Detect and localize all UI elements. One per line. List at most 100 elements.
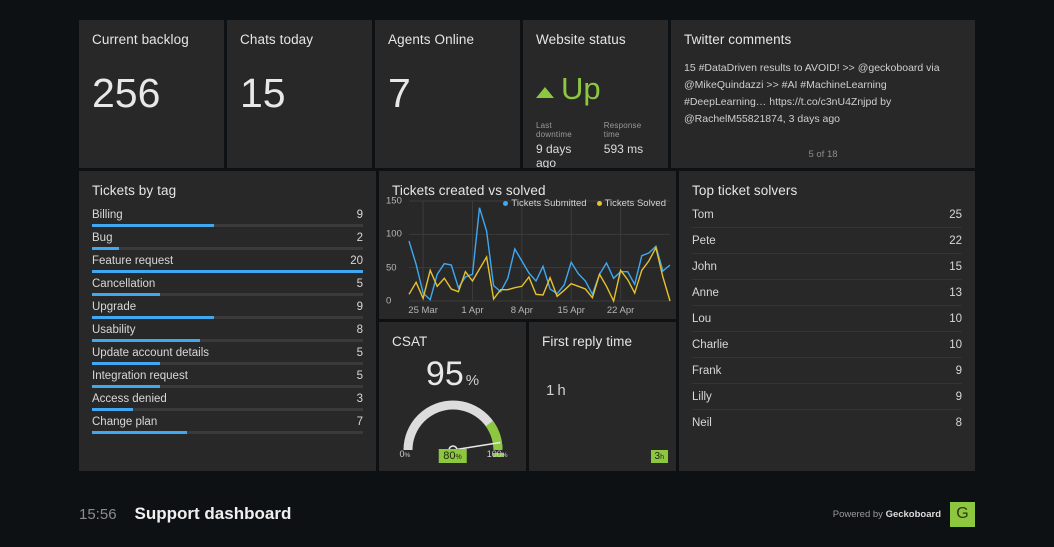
y-axis-tick: 150 — [386, 195, 402, 207]
solver-row: Neil 8 — [692, 410, 962, 436]
tweet-text: 15 #DataDriven results to AVOID! >> @gec… — [684, 62, 940, 125]
tag-value: 5 — [356, 347, 363, 359]
response-time-value: 593 ms — [603, 142, 644, 156]
legend-dot-icon — [503, 201, 509, 206]
status-indicator: Up — [523, 47, 668, 104]
middle-widget-column: Tickets created vs solved Tickets Submit… — [379, 171, 676, 471]
tag-bar-track — [92, 247, 363, 250]
solver-name: Frank — [692, 364, 722, 377]
tag-bar-fill — [92, 431, 187, 434]
tag-row: Upgrade 9 — [92, 296, 363, 319]
response-time-block: Response time 593 ms — [604, 121, 655, 168]
chart-legend: Tickets Submitted Tickets Solved — [503, 198, 666, 209]
solver-value: 10 — [949, 338, 962, 351]
tag-bar-track — [92, 408, 363, 411]
tag-row: Update account details 5 — [92, 342, 363, 365]
solver-value: 13 — [949, 286, 962, 299]
csat-value: 95% — [379, 349, 526, 391]
tag-row: Feature request 20 — [92, 250, 363, 273]
tag-bar-fill — [92, 339, 201, 342]
tag-row: Change plan 7 — [92, 411, 363, 434]
widget-chats-today[interactable]: Chats today 15 — [227, 20, 372, 168]
tag-label: Access denied — [92, 393, 167, 405]
solver-row: Frank 9 — [692, 358, 962, 384]
tag-bar-fill — [92, 224, 214, 227]
tag-value: 8 — [356, 324, 363, 336]
legend-item: Tickets Solved — [596, 198, 666, 209]
frt-unit: h — [557, 382, 566, 399]
tag-bar-track — [92, 270, 363, 273]
tag-value: 9 — [356, 301, 363, 313]
solver-name: Neil — [692, 417, 712, 429]
solver-row: Lilly 9 — [692, 384, 962, 410]
tag-label: Feature request — [92, 255, 174, 267]
tag-value: 2 — [356, 232, 363, 244]
middle-bottom-row: CSAT 95% 0% 100% 80% First reply time 1 … — [379, 322, 676, 471]
tag-label: Update account details — [92, 347, 209, 359]
x-axis-tick: 22 Apr — [606, 305, 635, 316]
frt-number: 1 — [546, 382, 555, 399]
solver-name: Charlie — [692, 338, 729, 351]
kpi-value: 256 — [92, 70, 161, 116]
widget-tickets-by-tag[interactable]: Tickets by tag Billing 9 Bug 2 Feature reque… — [79, 171, 376, 471]
solver-name: Tom — [692, 208, 714, 221]
tag-bar-track — [92, 385, 363, 388]
widget-first-reply-time[interactable]: First reply time 1h 3h — [529, 322, 676, 471]
solver-name: Lilly — [692, 390, 712, 403]
response-time-label: Response time — [603, 121, 642, 139]
solver-value: 8 — [955, 417, 962, 429]
widget-top-ticket-solvers[interactable]: Top ticket solvers Tom 25 Pete 22 John 15 Anne… — [679, 171, 975, 471]
widget-title: Twitter comments — [684, 32, 792, 47]
tag-bar-fill — [92, 316, 214, 319]
solver-name: Anne — [692, 286, 719, 299]
widget-website-status[interactable]: Website status Up Last downtime 9 days a… — [523, 20, 668, 168]
solver-value: 9 — [955, 390, 962, 403]
tag-label: Cancellation — [92, 278, 156, 290]
widget-title: Current backlog — [92, 32, 189, 47]
legend-item: Tickets Submitted — [503, 198, 587, 209]
widget-title: Chats today — [240, 32, 314, 47]
solver-row: Anne 13 — [692, 280, 962, 306]
solver-value: 25 — [949, 208, 962, 221]
csat-number: 95 — [425, 355, 464, 393]
last-downtime-value: 9 days ago — [536, 142, 572, 168]
tag-value: 7 — [356, 416, 363, 428]
widget-title: Top ticket solvers — [692, 183, 798, 198]
widget-title: Website status — [536, 32, 626, 47]
widget-agents-online[interactable]: Agents Online 7 — [375, 20, 520, 168]
tag-bar-fill — [92, 408, 133, 411]
widget-title: Tickets created vs solved — [392, 183, 546, 198]
tag-bar-track — [92, 224, 363, 227]
tag-bar-fill — [92, 362, 160, 365]
geckoboard-logo-icon: G — [950, 501, 975, 527]
dashboard-root: Current backlog 256 Chats today 15 Agent… — [0, 0, 1054, 547]
tag-bar-fill — [92, 270, 363, 273]
tweet-pagination: 5 of 18 — [808, 149, 838, 160]
tag-row: Cancellation 5 — [92, 273, 363, 296]
y-axis-tick: 50 — [386, 262, 397, 274]
tag-label: Change plan — [92, 416, 158, 428]
solver-value: 9 — [955, 364, 962, 377]
solver-name: Lou — [692, 312, 712, 325]
legend-label: Tickets Solved — [604, 198, 666, 209]
solver-value: 15 — [949, 260, 962, 273]
solver-row: John 15 — [692, 254, 962, 280]
triangle-up-icon — [536, 86, 554, 98]
line-chart-plot: 0 50 100 150 25 Mar 1 Apr 8 Apr 15 Apr 22 Apr — [379, 195, 676, 319]
powered-by-text: Powered by Geckoboard — [832, 508, 941, 520]
solver-value: 10 — [949, 312, 962, 325]
solver-list: Tom 25 Pete 22 John 15 Anne 13 Lou 10 Charlie 10 Fra… — [679, 198, 975, 436]
widget-title: CSAT — [392, 334, 428, 349]
widget-twitter-comments[interactable]: Twitter comments 15 #DataDriven results … — [671, 20, 975, 168]
tag-label: Integration request — [92, 370, 188, 382]
widget-current-backlog[interactable]: Current backlog 256 — [79, 20, 224, 168]
tag-label: Billing — [92, 209, 123, 221]
widget-tickets-created-vs-solved[interactable]: Tickets created vs solved Tickets Submit… — [379, 171, 676, 319]
tag-value: 20 — [350, 255, 363, 267]
tag-bar-track — [92, 316, 363, 319]
line-chart-svg — [408, 200, 671, 304]
csat-goal-badge: 80% — [438, 449, 467, 463]
widget-csat[interactable]: CSAT 95% 0% 100% 80% — [379, 322, 526, 471]
tag-label: Bug — [92, 232, 113, 244]
widget-title: Tickets by tag — [92, 183, 177, 198]
